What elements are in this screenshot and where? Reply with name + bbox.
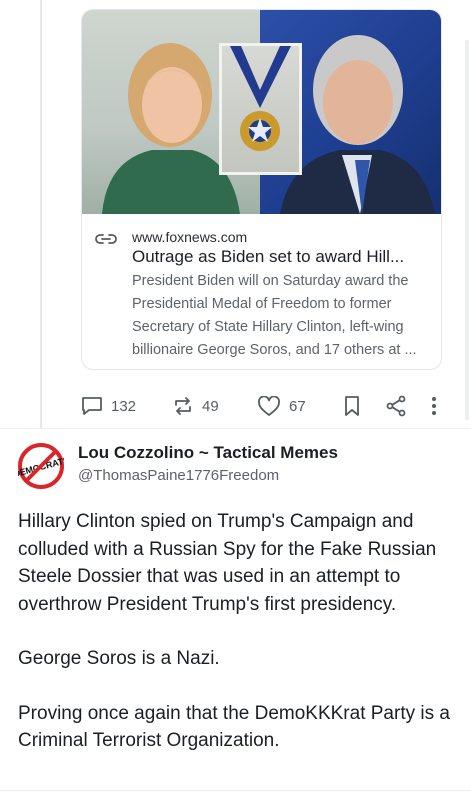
reply-button[interactable]: 132: [81, 393, 136, 419]
avatar[interactable]: DEMOCRATS: [12, 443, 70, 489]
more-icon: [431, 396, 437, 416]
link-title[interactable]: Outrage as Biden set to award Hill...: [132, 246, 422, 268]
bookmark-button[interactable]: [343, 393, 361, 419]
link-preview-card[interactable]: www.foxnews.com Outrage as Biden set to …: [81, 9, 442, 370]
share-button[interactable]: [385, 393, 407, 419]
author-name[interactable]: Lou Cozzolino ~ Tactical Memes: [78, 443, 338, 463]
like-button[interactable]: 67: [257, 393, 306, 419]
more-options-button[interactable]: [431, 393, 437, 419]
reply-count: 132: [111, 397, 137, 415]
repost-icon: [172, 396, 194, 416]
reply-icon: [81, 396, 103, 416]
author-handle[interactable]: @ThomasPaine1776Freedom: [78, 467, 279, 484]
medal-photo: [219, 43, 302, 175]
bookmark-icon: [343, 395, 361, 417]
scrollbar[interactable]: [465, 40, 469, 420]
repost-count: 49: [202, 397, 219, 415]
post-paragraph: Hillary Clinton spied on Trump's Campaig…: [18, 511, 437, 615]
thread-line: [40, 0, 42, 428]
link-preview-body: www.foxnews.com Outrage as Biden set to …: [82, 215, 441, 362]
like-icon: [257, 395, 281, 417]
post-actions-bar: 132 49 67: [81, 393, 451, 419]
link-domain: www.foxnews.com: [132, 229, 248, 245]
post-body: Hillary Clinton spied on Trump's Campaig…: [18, 508, 458, 782]
bottom-divider: [0, 790, 471, 791]
share-icon: [385, 395, 407, 417]
link-icon: [94, 231, 118, 247]
repost-button[interactable]: 49: [172, 393, 219, 419]
link-preview-image: [82, 10, 441, 214]
post-paragraph: George Soros is a Nazi.: [18, 648, 220, 669]
like-count: 67: [289, 397, 306, 415]
post-divider: [0, 428, 471, 429]
link-description: President Biden will on Saturday award t…: [132, 273, 417, 358]
post-paragraph: Proving once again that the DemoKKKrat P…: [18, 702, 450, 752]
